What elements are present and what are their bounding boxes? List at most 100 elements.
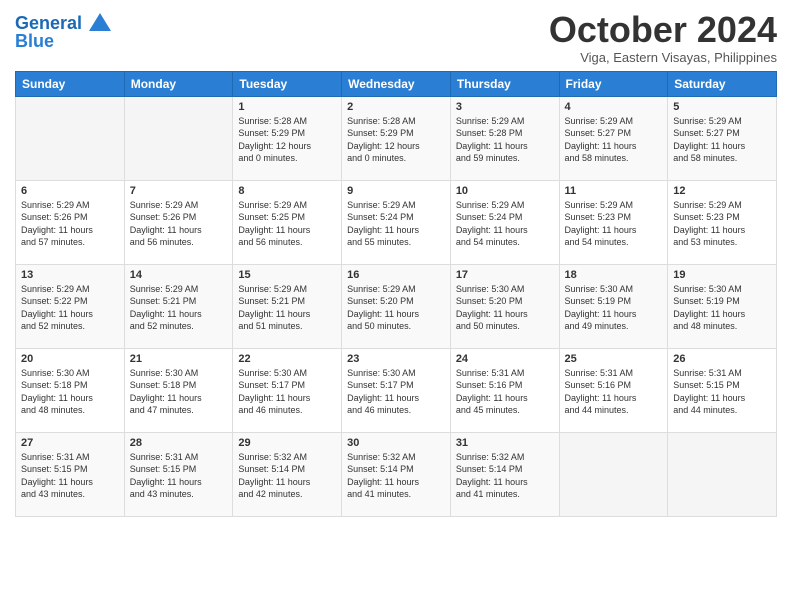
calendar-cell: 6 Sunrise: 5:29 AM Sunset: 5:26 PM Daylig… [16,180,125,264]
calendar-cell: 22Sunrise: 5:30 AM Sunset: 5:17 PM Dayli… [233,348,342,432]
day-number: 27 [21,437,119,449]
title-section: October 2024 Viga, Eastern Visayas, Phil… [549,10,777,65]
day-info: Sunrise: 5:29 AM Sunset: 5:21 PM Dayligh… [130,283,228,333]
calendar-cell: 10 Sunrise: 5:29 AM Sunset: 5:24 PM Dayli… [450,180,559,264]
day-info: Sunrise: 5:30 AM Sunset: 5:19 PM Dayligh… [565,283,663,333]
day-number: 3 [456,101,554,113]
calendar-cell [668,432,777,516]
day-info: Sunrise: 5:32 AM Sunset: 5:14 PM Dayligh… [456,451,554,501]
calendar-cell [16,96,125,180]
day-number: 23 [347,353,445,365]
logo-text: General [15,14,111,32]
calendar-cell: 16 Sunrise: 5:29 AM Sunset: 5:20 PM Dayli… [342,264,451,348]
day-number: 31 [456,437,554,449]
day-number: 12 [673,185,771,197]
day-info: Sunrise: 5:32 AM Sunset: 5:14 PM Dayligh… [238,451,336,501]
day-number: 14 [130,269,228,281]
weekday-header: Thursday [450,71,559,96]
day-number: 17 [456,269,554,281]
day-number: 13 [21,269,119,281]
day-info: Sunrise: 5:29 AM Sunset: 5:23 PM Dayligh… [673,199,771,249]
calendar-cell: 31 Sunrise: 5:32 AM Sunset: 5:14 PM Dayli… [450,432,559,516]
day-number: 16 [347,269,445,281]
day-number: 29 [238,437,336,449]
page-header: General Blue October 2024 Viga, Eastern … [15,10,777,65]
calendar-cell: 8Sunrise: 5:29 AM Sunset: 5:25 PM Daylig… [233,180,342,264]
calendar-cell: 3 Sunrise: 5:29 AM Sunset: 5:28 PM Daylig… [450,96,559,180]
calendar-cell: 12 Sunrise: 5:29 AM Sunset: 5:23 PM Dayli… [668,180,777,264]
calendar-cell: 23 Sunrise: 5:30 AM Sunset: 5:17 PM Dayli… [342,348,451,432]
calendar-cell [124,96,233,180]
day-number: 11 [565,185,663,197]
day-number: 19 [673,269,771,281]
calendar-cell: 19 Sunrise: 5:30 AM Sunset: 5:19 PM Dayli… [668,264,777,348]
day-info: Sunrise: 5:31 AM Sunset: 5:15 PM Dayligh… [673,367,771,417]
logo: General Blue [15,14,111,50]
calendar-table: SundayMondayTuesdayWednesdayThursdayFrid… [15,71,777,517]
day-number: 5 [673,101,771,113]
day-info: Sunrise: 5:29 AM Sunset: 5:23 PM Dayligh… [565,199,663,249]
day-info: Sunrise: 5:29 AM Sunset: 5:27 PM Dayligh… [673,115,771,165]
day-info: Sunrise: 5:31 AM Sunset: 5:16 PM Dayligh… [456,367,554,417]
calendar-cell: 21Sunrise: 5:30 AM Sunset: 5:18 PM Dayli… [124,348,233,432]
calendar-cell: 13 Sunrise: 5:29 AM Sunset: 5:22 PM Dayli… [16,264,125,348]
calendar-cell: 25 Sunrise: 5:31 AM Sunset: 5:16 PM Dayli… [559,348,668,432]
day-number: 10 [456,185,554,197]
calendar-cell: 28 Sunrise: 5:31 AM Sunset: 5:15 PM Dayli… [124,432,233,516]
calendar-cell: 29 Sunrise: 5:32 AM Sunset: 5:14 PM Dayli… [233,432,342,516]
calendar-cell: 1Sunrise: 5:28 AM Sunset: 5:29 PM Daylig… [233,96,342,180]
day-number: 9 [347,185,445,197]
day-info: Sunrise: 5:30 AM Sunset: 5:19 PM Dayligh… [673,283,771,333]
day-number: 28 [130,437,228,449]
day-number: 24 [456,353,554,365]
day-number: 15 [238,269,336,281]
day-info: Sunrise: 5:29 AM Sunset: 5:27 PM Dayligh… [565,115,663,165]
weekday-header: Tuesday [233,71,342,96]
day-number: 6 [21,185,119,197]
day-info: Sunrise: 5:29 AM Sunset: 5:26 PM Dayligh… [130,199,228,249]
day-number: 21 [130,353,228,365]
day-number: 2 [347,101,445,113]
weekday-header: Saturday [668,71,777,96]
calendar-cell: 5 Sunrise: 5:29 AM Sunset: 5:27 PM Daylig… [668,96,777,180]
weekday-header: Monday [124,71,233,96]
day-info: Sunrise: 5:31 AM Sunset: 5:16 PM Dayligh… [565,367,663,417]
day-info: Sunrise: 5:30 AM Sunset: 5:18 PM Dayligh… [21,367,119,417]
day-number: 20 [21,353,119,365]
day-info: Sunrise: 5:32 AM Sunset: 5:14 PM Dayligh… [347,451,445,501]
calendar-cell: 11 Sunrise: 5:29 AM Sunset: 5:23 PM Dayli… [559,180,668,264]
calendar-cell [559,432,668,516]
calendar-week-row: 20 Sunrise: 5:30 AM Sunset: 5:18 PM Dayli… [16,348,777,432]
day-info: Sunrise: 5:31 AM Sunset: 5:15 PM Dayligh… [130,451,228,501]
calendar-cell: 30 Sunrise: 5:32 AM Sunset: 5:14 PM Dayli… [342,432,451,516]
day-info: Sunrise: 5:30 AM Sunset: 5:17 PM Dayligh… [238,367,336,417]
day-info: Sunrise: 5:30 AM Sunset: 5:17 PM Dayligh… [347,367,445,417]
calendar-cell: 26 Sunrise: 5:31 AM Sunset: 5:15 PM Dayli… [668,348,777,432]
day-info: Sunrise: 5:29 AM Sunset: 5:24 PM Dayligh… [456,199,554,249]
location-subtitle: Viga, Eastern Visayas, Philippines [549,50,777,65]
calendar-cell: 20 Sunrise: 5:30 AM Sunset: 5:18 PM Dayli… [16,348,125,432]
calendar-week-row: 13 Sunrise: 5:29 AM Sunset: 5:22 PM Dayli… [16,264,777,348]
calendar-cell: 18Sunrise: 5:30 AM Sunset: 5:19 PM Dayli… [559,264,668,348]
day-info: Sunrise: 5:29 AM Sunset: 5:28 PM Dayligh… [456,115,554,165]
calendar-week-row: 27 Sunrise: 5:31 AM Sunset: 5:15 PM Dayli… [16,432,777,516]
day-number: 7 [130,185,228,197]
calendar-cell: 17Sunrise: 5:30 AM Sunset: 5:20 PM Dayli… [450,264,559,348]
calendar-week-row: 6 Sunrise: 5:29 AM Sunset: 5:26 PM Daylig… [16,180,777,264]
calendar-cell: 27Sunrise: 5:31 AM Sunset: 5:15 PM Dayli… [16,432,125,516]
day-number: 8 [238,185,336,197]
day-info: Sunrise: 5:29 AM Sunset: 5:26 PM Dayligh… [21,199,119,249]
day-number: 4 [565,101,663,113]
month-title: October 2024 [549,10,777,50]
calendar-week-row: 1Sunrise: 5:28 AM Sunset: 5:29 PM Daylig… [16,96,777,180]
calendar-cell: 4 Sunrise: 5:29 AM Sunset: 5:27 PM Daylig… [559,96,668,180]
day-info: Sunrise: 5:29 AM Sunset: 5:20 PM Dayligh… [347,283,445,333]
weekday-header: Sunday [16,71,125,96]
calendar-cell: 24 Sunrise: 5:31 AM Sunset: 5:16 PM Dayli… [450,348,559,432]
day-info: Sunrise: 5:29 AM Sunset: 5:22 PM Dayligh… [21,283,119,333]
day-number: 30 [347,437,445,449]
day-number: 26 [673,353,771,365]
day-number: 25 [565,353,663,365]
weekday-header: Wednesday [342,71,451,96]
day-number: 1 [238,101,336,113]
